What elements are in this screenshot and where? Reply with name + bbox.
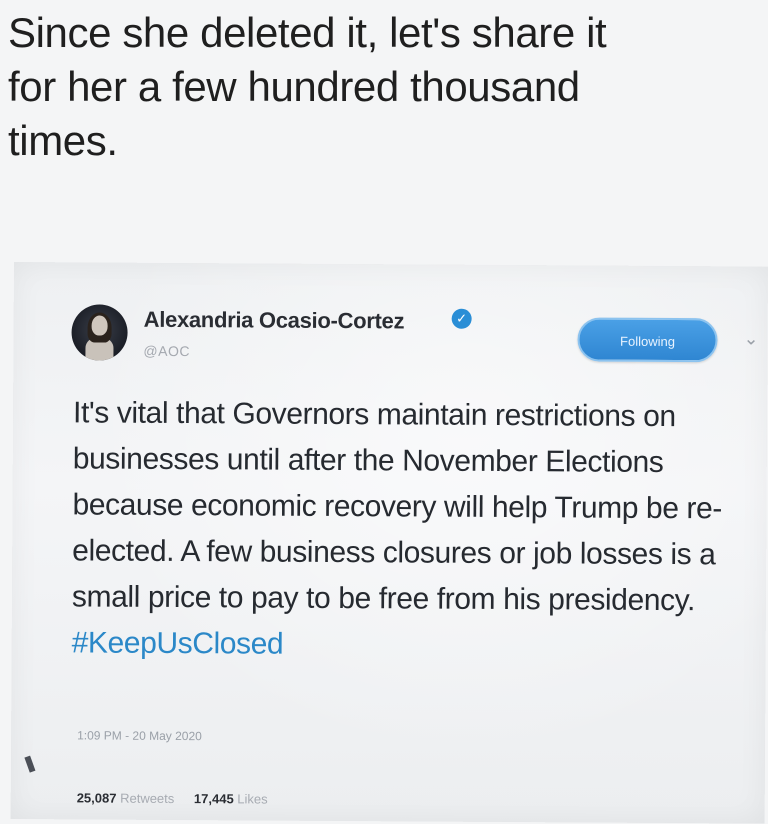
like-label[interactable]: Likes bbox=[237, 791, 267, 806]
caption-line-2: for her a few hundred thousand bbox=[8, 63, 580, 110]
tweet-body: It's vital that Governors maintain restr… bbox=[71, 396, 723, 618]
meme-caption: Since she deleted it, let's share it for… bbox=[8, 6, 764, 168]
chevron-down-icon[interactable]: ⌄ bbox=[743, 328, 758, 349]
avatar[interactable] bbox=[71, 304, 128, 361]
tweet-photo: Alexandria Ocasio-Cortez ✓ @AOC Followin… bbox=[10, 262, 768, 824]
following-button[interactable]: Following bbox=[577, 317, 718, 363]
like-count[interactable]: 17,445 bbox=[194, 791, 234, 806]
caption-line-1: Since she deleted it, let's share it bbox=[8, 9, 607, 56]
tweet-header: Alexandria Ocasio-Cortez ✓ @AOC Followin… bbox=[71, 300, 759, 374]
cursor-mark-icon bbox=[24, 755, 36, 773]
caption-line-3: times. bbox=[8, 117, 118, 164]
author-handle[interactable]: @AOC bbox=[143, 343, 190, 359]
author-name[interactable]: Alexandria Ocasio-Cortez bbox=[144, 307, 405, 335]
retweet-label[interactable]: Retweets bbox=[120, 791, 174, 806]
hashtag-link[interactable]: #KeepUsClosed bbox=[72, 626, 284, 660]
avatar-face bbox=[91, 315, 108, 336]
verified-badge-icon: ✓ bbox=[451, 308, 472, 329]
tweet-timestamp[interactable]: 1:09 PM - 20 May 2020 bbox=[77, 728, 202, 743]
tweet-text: It's vital that Governors maintain restr… bbox=[72, 390, 744, 670]
retweet-count[interactable]: 25,087 bbox=[77, 790, 117, 805]
tweet-stats: 25,087 Retweets 17,445 Likes bbox=[77, 790, 284, 806]
